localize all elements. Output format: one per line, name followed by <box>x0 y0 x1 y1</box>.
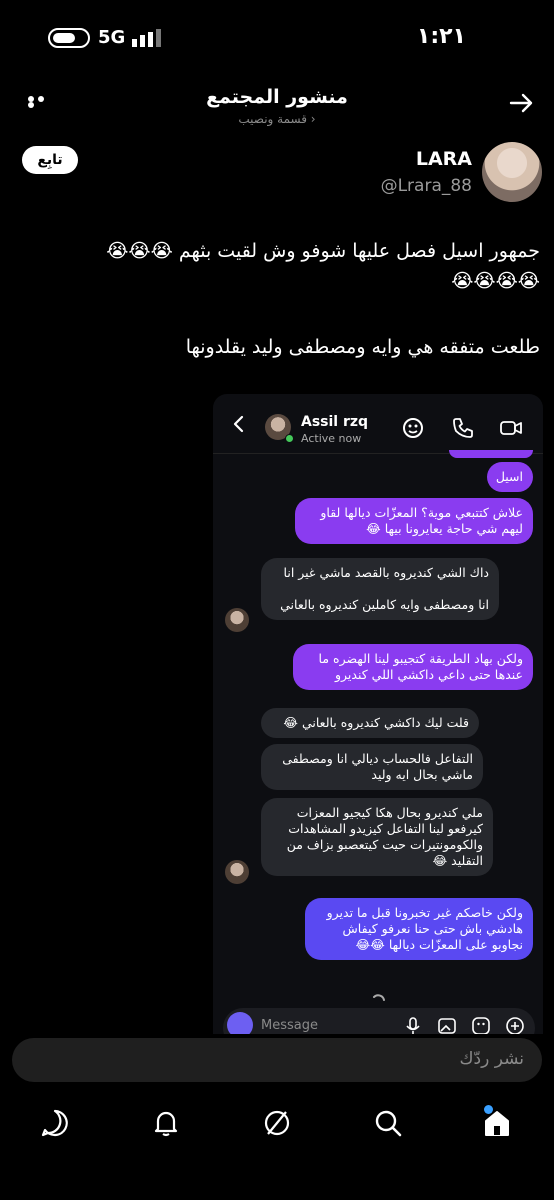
author-handle[interactable]: @Lrara_88 <box>381 176 472 196</box>
chat-contact-status: Active now <box>301 432 362 445</box>
online-indicator <box>285 434 294 443</box>
message-bubble-received: ملي كنديرو بحال هكا كيجيو المعزات كيرفعو… <box>261 798 493 876</box>
back-arrow-icon[interactable] <box>508 90 534 116</box>
back-chevron-icon <box>233 415 244 433</box>
video-camera-icon <box>500 421 522 435</box>
status-bar: 5G ١:٢١ <box>0 0 554 72</box>
message-bubble-sent: ولكن بهاد الطريقة كتجيبو لينا الهضره ما … <box>293 644 533 690</box>
composer-placeholder: Message <box>261 1018 318 1033</box>
sender-avatar <box>225 860 249 884</box>
bottom-tab-bar <box>0 1100 554 1150</box>
message-bubble-received: قلت ليك داكشي كنديروه بالعاني 😂 <box>261 708 479 738</box>
community-link[interactable]: قسمة ونصيب › <box>0 112 554 126</box>
author-name[interactable]: LARA <box>416 148 472 170</box>
plus-icon <box>506 1017 524 1034</box>
post-text-line: جمهور اسيل فصل عليها شوفو وش لقيت بثهم 😭… <box>106 240 540 262</box>
signal-icon <box>132 29 161 47</box>
video-effect-icon <box>403 418 423 438</box>
message-bubble-sent: علاش كتتبعي موية؟ المعزّات ديالها لقاو ل… <box>295 498 533 544</box>
network-label: 5G <box>98 27 126 48</box>
message-bubble-received: داك الشي كنديروه بالقصد ماشي غير انا انا… <box>261 558 499 620</box>
search-tab-icon[interactable] <box>373 1108 403 1138</box>
page-title: منشور المجتمع <box>206 86 348 108</box>
reply-input[interactable]: نشر ردّك <box>12 1038 542 1082</box>
author-avatar[interactable] <box>482 142 542 202</box>
mic-icon <box>406 1017 420 1034</box>
chat-contact-name: Assil rzq <box>301 414 369 430</box>
message-bubble-received: التفاعل فالحساب ديالي انا ومصطفى ماشي بح… <box>261 744 483 790</box>
home-tab-notification-dot <box>484 1105 493 1114</box>
sticker-icon <box>472 1017 490 1034</box>
camera-icon <box>227 1012 253 1034</box>
message-bubble-sent: اسيل <box>487 462 533 492</box>
battery-icon <box>48 28 90 48</box>
message-composer: Message <box>223 1008 535 1034</box>
chat-tab-icon[interactable] <box>40 1108 70 1138</box>
explore-tab-icon[interactable] <box>262 1108 292 1138</box>
phone-icon <box>453 418 473 438</box>
follow-button[interactable]: تابِع <box>22 146 78 174</box>
reply-placeholder: نشر ردّك <box>459 1049 524 1069</box>
post-text-line: طلعت متفقه هي وايه ومصطفى وليد يقلدونها <box>185 336 540 358</box>
clock: ١:٢١ <box>416 24 466 49</box>
loading-spinner-icon <box>373 994 385 1001</box>
top-header: منشور المجتمع قسمة ونصيب › <box>0 82 554 132</box>
message-bubble-partial <box>449 450 533 458</box>
gallery-icon <box>438 1018 456 1034</box>
post-image-chat-screenshot[interactable]: Assil rzq Active now اسيل علاش كتتبعي مو… <box>213 394 543 1034</box>
chat-header: Assil rzq Active now <box>213 394 543 454</box>
notifications-tab-icon[interactable] <box>151 1108 181 1138</box>
post-text-line: 😭😭😭😭 <box>451 270 540 292</box>
message-bubble-sent: ولكن خاصكم غير تخبرونا قبل ما تديرو هادش… <box>305 898 533 960</box>
sender-avatar <box>225 608 249 632</box>
